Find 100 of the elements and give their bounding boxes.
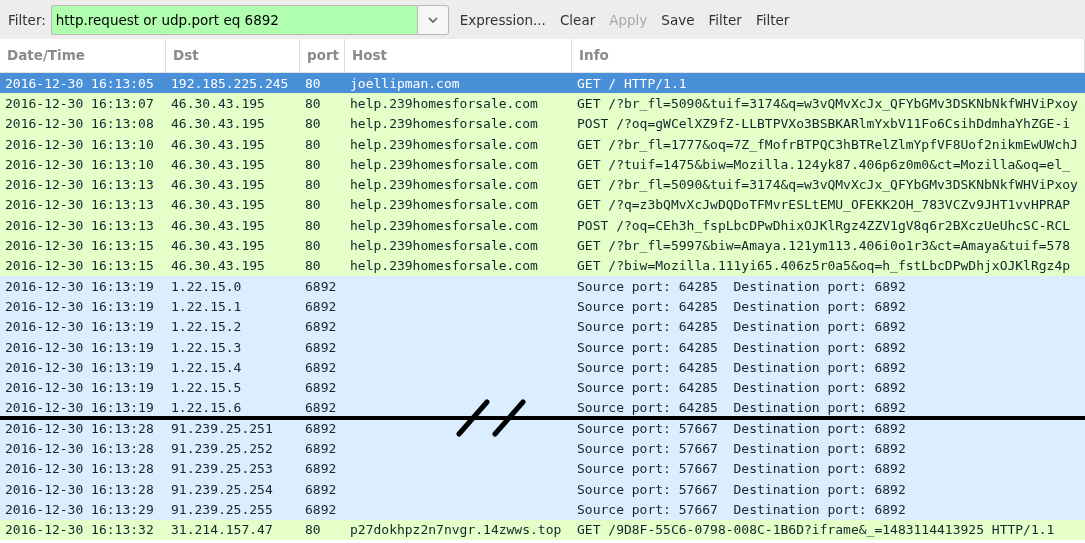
table-row[interactable]: 2016-12-30 16:13:15 46.30.43.195 80 help.239homesforsale.com GET /?br_fl=5997&biw=Amaya.121ym113.406i0o1r3&ct=Amaya&tuif=578 xyxy=(0,235,1085,256)
table-cell: 2016-12-30 16:13:08 xyxy=(5,116,154,132)
table-row[interactable]: 2016-12-30 16:13:10 46.30.43.195 80 help.239homesforsale.com GET /?tuif=1475&biw=Mozilla.124yk87.406p6z0m0&ct=Mozilla&oq=el_ xyxy=(0,154,1085,175)
table-cell: 6892 xyxy=(305,420,337,436)
table-cell: 1.22.15.4 xyxy=(171,359,242,375)
table-cell: 6892 xyxy=(305,461,337,477)
table-cell: Source port: 64285 Destination port: 6892 xyxy=(577,319,906,335)
table-cell: 2016-12-30 16:13:13 xyxy=(5,197,154,213)
table-cell: p27dokhpz2n7nvgr.14zwws.top xyxy=(350,522,562,538)
table-cell: 46.30.43.195 xyxy=(171,197,265,213)
table-cell: 80 xyxy=(305,197,321,213)
table-cell: 80 xyxy=(305,217,321,233)
table-cell: 2016-12-30 16:13:13 xyxy=(5,217,154,233)
table-cell: 2016-12-30 16:13:19 xyxy=(5,339,154,355)
table-row[interactable]: 2016-12-30 16:13:13 46.30.43.195 80 help.239homesforsale.com POST /?oq=CEh3h_fspLbcDPwDhixOJKlRgz4ZZV1gV8q6r2BXczUeUhcSC-RCL xyxy=(0,215,1085,236)
filter-field[interactable]: http.request or udp.port eq 6892 xyxy=(50,4,417,35)
table-cell: 46.30.43.195 xyxy=(171,156,265,172)
table-row[interactable]: 2016-12-30 16:13:28 91.239.25.253 6892 Source port: 57667 Destination port: 6892 xyxy=(0,458,1085,479)
table-cell: GET /?br_fl=5090&tuif=3174&q=w3vQMvXcJx_QFYbGMv3DSKNbNkfWHViPxoy xyxy=(577,177,1078,193)
table-cell: Source port: 64285 Destination port: 6892 xyxy=(577,400,906,416)
table-cell: help.239homesforsale.com xyxy=(350,136,538,152)
table-row[interactable]: 2016-12-30 16:13:07 46.30.43.195 80 help.239homesforsale.com GET /?br_fl=5090&tuif=3174&q=w3vQMvXcJx_QFYbGMv3DSKNbNkfWHViPxoy xyxy=(0,93,1085,114)
table-row[interactable]: 2016-12-30 16:13:32 31.214.157.47 80 p27dokhpz2n7nvgr.14zwws.top GET /9D8F-55C6-0798-008C-1B6D?iframe&_=1483114413925 HTTP/1.1 xyxy=(0,519,1085,540)
toolbar-button[interactable]: Filter xyxy=(701,7,749,32)
table-cell: 2016-12-30 16:13:29 xyxy=(5,501,154,517)
table-row[interactable]: 2016-12-30 16:13:13 46.30.43.195 80 help.239homesforsale.com GET /?q=z3bQMvXcJwDQDoTFMvrESLtEMU_OFEKK2OH_783VCZv9JHT1vvHPRAP xyxy=(0,194,1085,216)
table-cell: 46.30.43.195 xyxy=(171,95,265,111)
dropdown-button[interactable] xyxy=(416,4,449,35)
table-cell: 1.22.15.5 xyxy=(171,380,242,396)
table-row[interactable]: 2016-12-30 16:13:29 91.239.25.255 6892 Source port: 57667 Destination port: 6892 xyxy=(0,499,1085,520)
table-cell: POST /?oq=gWCelXZ9fZ-LLBTPVXo3BSBKARlmYxbV11Fo6CsihDdmhaYhZGE-i xyxy=(577,116,1071,132)
table-cell: 2016-12-30 16:13:19 xyxy=(5,298,154,314)
table-cell: 80 xyxy=(305,95,321,111)
table-row[interactable]: 2016-12-30 16:13:19 1.22.15.2 6892 Source port: 64285 Destination port: 6892 xyxy=(0,316,1085,337)
toolbar-button[interactable]: Filter xyxy=(748,7,797,32)
table-cell: help.239homesforsale.com xyxy=(350,177,538,193)
table-row[interactable]: 2016-12-30 16:13:19 1.22.15.4 6892 Source port: 64285 Destination port: 6892 xyxy=(0,357,1085,378)
table-cell: 6892 xyxy=(305,319,337,335)
table-cell: 80 xyxy=(305,177,321,193)
table-cell: 1.22.15.2 xyxy=(171,319,242,335)
table-cell: 80 xyxy=(305,156,321,172)
table-row[interactable]: 2016-12-30 16:13:19 1.22.15.3 6892 Source port: 64285 Destination port: 6892 xyxy=(0,336,1085,358)
table-cell: 2016-12-30 16:13:05 xyxy=(5,75,154,91)
table-cell: GET /?tuif=1475&biw=Mozilla.124yk87.406p6z0m0&ct=Mozilla&oq=el_ xyxy=(577,156,1071,172)
toolbar-button[interactable]: Clear xyxy=(552,7,603,32)
table-cell: 2016-12-30 16:13:19 xyxy=(5,319,154,335)
table-cell: GET /?br_fl=5090&tuif=3174&q=w3vQMvXcJx_QFYbGMv3DSKNbNkfWHViPxoy xyxy=(577,95,1078,111)
table-row[interactable]: 2016-12-30 16:13:28 91.239.25.252 6892 Source port: 57667 Destination port: 6892 xyxy=(0,438,1085,459)
table-cell: 2016-12-30 16:13:19 xyxy=(5,400,154,416)
table-cell: GET /?br_fl=1777&oq=7Z_fMofrBTPQC3hBTRelZlmYpfVF8Uof2nikmEwUWchJ xyxy=(577,136,1078,152)
table-row[interactable]: 2016-12-30 16:13:19 1.22.15.1 6892 Source port: 64285 Destination port: 6892 xyxy=(0,296,1085,317)
table-cell: 2016-12-30 16:13:19 xyxy=(5,380,154,396)
table-cell: 46.30.43.195 xyxy=(171,258,265,274)
table-row[interactable]: 2016-12-30 16:13:28 91.239.25.254 6892 Source port: 57667 Destination port: 6892 xyxy=(0,478,1085,500)
caret-icon xyxy=(427,16,438,23)
table-cell: 80 xyxy=(305,136,321,152)
toolbar-button[interactable]: Expression... xyxy=(452,7,553,32)
toolbar-button[interactable]: Save xyxy=(654,7,702,32)
table-cell: 80 xyxy=(305,75,321,91)
table-cell: help.239homesforsale.com xyxy=(350,217,538,233)
table-row[interactable]: 2016-12-30 16:13:15 46.30.43.195 80 help.239homesforsale.com GET /?biw=Mozilla.111yi65.406z5r0a5&oq=h_fstLbcDPwDhjxOJKlRgz4p xyxy=(0,255,1085,276)
table-cell: 6892 xyxy=(305,400,337,416)
table-cell: GET /?br_fl=5997&biw=Amaya.121ym113.406i0o1r3&ct=Amaya&tuif=578 xyxy=(577,238,1071,253)
table-cell: 80 xyxy=(305,238,321,253)
table-cell: 46.30.43.195 xyxy=(171,177,265,193)
table-cell: help.239homesforsale.com xyxy=(350,156,538,172)
table-cell: GET /?q=z3bQMvXcJwDQDoTFMvrESLtEMU_OFEKK2OH_783VCZv9JHT1vvHPRAP xyxy=(577,197,1071,213)
table-cell: 6892 xyxy=(305,339,337,355)
table-cell: 46.30.43.195 xyxy=(171,238,265,253)
table-cell: 6892 xyxy=(305,380,337,396)
table-row[interactable]: 2016-12-30 16:13:08 46.30.43.195 80 help.239homesforsale.com POST /?oq=gWCelXZ9fZ-LLBTPVXo3BSBKARlmYxbV11Fo6CsihDdmhaYhZGE-i xyxy=(0,113,1085,134)
table-cell: 2016-12-30 16:13:19 xyxy=(5,359,154,375)
table-cell: 91.239.25.255 xyxy=(171,501,273,517)
table-cell: Source port: 64285 Destination port: 6892 xyxy=(577,278,906,294)
table-cell: 31.214.157.47 xyxy=(171,522,273,538)
table-row[interactable]: 2016-12-30 16:13:13 46.30.43.195 80 help.239homesforsale.com GET /?br_fl=5090&tuif=3174&q=w3vQMvXcJx_QFYbGMv3DSKNbNkfWHViPxoy xyxy=(0,174,1085,195)
table-cell: 2016-12-30 16:13:28 xyxy=(5,481,154,497)
table-cell: 6892 xyxy=(305,501,337,517)
table-row[interactable]: 2016-12-30 16:13:10 46.30.43.195 80 help.239homesforsale.com GET /?br_fl=1777&oq=7Z_fMofrBTPQC3hBTRelZlmYpfVF8Uof2nikmEwUWchJ xyxy=(0,133,1085,155)
table-cell: 2016-12-30 16:13:07 xyxy=(5,95,154,111)
table-row[interactable]: 2016-12-30 16:13:19 1.22.15.0 6892 Source port: 64285 Destination port: 6892 xyxy=(0,275,1085,297)
table-cell: 80 xyxy=(305,258,321,274)
table-cell: Source port: 57667 Destination port: 6892 xyxy=(577,441,906,456)
table-cell: 91.239.25.251 xyxy=(171,420,273,436)
table-cell: help.239homesforsale.com xyxy=(350,258,538,274)
filter-label: Filter: xyxy=(8,11,46,28)
table-cell: Source port: 64285 Destination port: 6892 xyxy=(577,339,906,355)
table-cell: 2016-12-30 16:13:28 xyxy=(5,420,154,436)
table-cell: GET /?biw=Mozilla.111yi65.406z5r0a5&oq=h_fstLbcDPwDhjxOJKlRgz4p xyxy=(577,258,1071,274)
table-cell: 2016-12-30 16:13:13 xyxy=(5,177,154,193)
table-cell: 2016-12-30 16:13:15 xyxy=(5,258,154,274)
table-cell: 2016-12-30 16:13:28 xyxy=(5,441,154,456)
table-cell: Source port: 64285 Destination port: 6892 xyxy=(577,359,906,375)
table-cell: Source port: 57667 Destination port: 6892 xyxy=(577,501,906,517)
table-cell: help.239homesforsale.com xyxy=(350,95,538,111)
table-cell: Source port: 57667 Destination port: 6892 xyxy=(577,481,906,497)
table-row[interactable]: 2016-12-30 16:13:19 1.22.15.5 6892 Source port: 64285 Destination port: 6892 xyxy=(0,377,1085,398)
table-cell: 91.239.25.252 xyxy=(171,441,273,456)
table-cell: 2016-12-30 16:13:32 xyxy=(5,522,154,538)
table-cell: 6892 xyxy=(305,481,337,497)
